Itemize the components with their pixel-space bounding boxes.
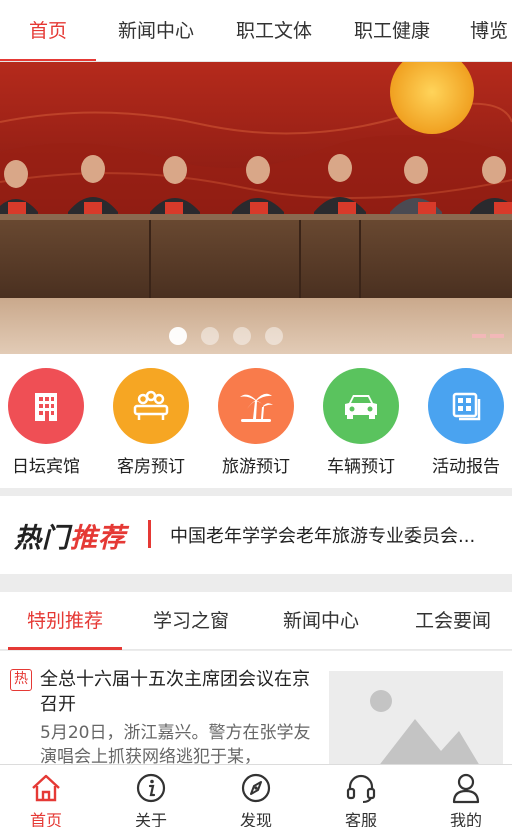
nav-about[interactable]: 关于	[111, 771, 191, 827]
hot-logo-part-a: 热门	[14, 523, 70, 554]
palm-tree-icon	[218, 368, 294, 444]
tab-news-center-section[interactable]: 新闻中心	[266, 592, 376, 650]
hot-badge: 热	[10, 669, 32, 691]
nav-home[interactable]: 首页	[6, 771, 86, 827]
quick-item-label: 旅游预订	[222, 457, 290, 477]
tab-staff-health-label: 职工健康	[353, 20, 430, 42]
home-icon	[6, 771, 86, 805]
nav-label: 首页	[29, 811, 62, 827]
user-icon	[426, 771, 506, 805]
carousel-dot[interactable]	[233, 327, 251, 345]
hot-recommend-logo: 热门推荐	[14, 516, 126, 555]
carousel-dot-active[interactable]	[169, 327, 187, 345]
tab-special-recommend-label: 特别推荐	[26, 610, 103, 632]
top-tab-bar: 首页 新闻中心 职工文体 职工健康 博览	[0, 0, 512, 62]
banner-carousel[interactable]	[0, 62, 512, 354]
banner-image	[0, 62, 512, 354]
building-icon	[8, 368, 84, 444]
bottom-nav: 首页 关于 发现 客服 我的	[0, 764, 512, 827]
quick-item-ritan-hotel[interactable]: 日坛宾馆	[0, 368, 92, 477]
tab-news-center-label: 新闻中心	[117, 20, 194, 42]
article-list-item[interactable]: 热 全总十六届十五次主席团会议在京召开 5月20日，浙江嘉兴。警方在张学友演唱会…	[0, 651, 512, 764]
nav-label: 我的	[449, 811, 482, 827]
nav-label: 发现	[239, 811, 272, 827]
tab-union-news-label: 工会要闻	[414, 610, 491, 632]
tab-staff-culture-label: 职工文体	[235, 20, 312, 42]
article-summary: 5月20日，浙江嘉兴。警方在张学友演唱会上抓获网络逃犯于某，	[40, 723, 311, 764]
nav-label: 关于	[134, 811, 167, 827]
carousel-dot[interactable]	[265, 327, 283, 345]
hot-headline[interactable]: 中国老年学学会老年旅游专业委员会...	[170, 522, 508, 548]
headset-icon	[321, 771, 401, 805]
nav-mine[interactable]: 我的	[426, 771, 506, 827]
carousel-indicator	[0, 327, 512, 345]
hot-logo-part-b: 推荐	[70, 523, 126, 554]
tab-study-window-label: 学习之窗	[152, 610, 229, 632]
article-title[interactable]: 全总十六届十五次主席团会议在京召开	[40, 667, 320, 717]
quick-item-label: 活动报告	[432, 457, 500, 477]
quick-item-label: 日坛宾馆	[12, 457, 80, 477]
slide-mini-indicator	[472, 334, 504, 338]
nav-customer-service[interactable]: 客服	[321, 771, 401, 827]
tab-staff-culture[interactable]: 职工文体	[222, 0, 326, 61]
compass-icon	[216, 771, 296, 805]
nav-discover[interactable]: 发现	[216, 771, 296, 827]
tab-study-window[interactable]: 学习之窗	[136, 592, 246, 650]
tab-expo-label: 博览	[470, 20, 509, 42]
tab-news-center-section-label: 新闻中心	[282, 610, 359, 632]
car-icon	[323, 368, 399, 444]
quick-item-vehicle-booking[interactable]: 车辆预订	[315, 368, 407, 477]
image-placeholder-icon	[329, 671, 503, 764]
tab-union-news[interactable]: 工会要闻	[398, 592, 508, 650]
tab-staff-health[interactable]: 职工健康	[340, 0, 444, 61]
quick-item-activity-report[interactable]: 活动报告	[420, 368, 512, 477]
quick-item-travel-booking[interactable]: 旅游预订	[210, 368, 302, 477]
report-grid-icon	[428, 368, 504, 444]
section-tab-bar: 特别推荐 学习之窗 新闻中心 工会要闻	[0, 592, 512, 650]
meeting-table-icon	[113, 368, 189, 444]
quick-item-room-booking[interactable]: 客房预订	[105, 368, 197, 477]
tab-special-recommend[interactable]: 特别推荐	[8, 592, 122, 650]
carousel-dot[interactable]	[201, 327, 219, 345]
tab-news-center[interactable]: 新闻中心	[104, 0, 208, 61]
info-icon	[111, 771, 191, 805]
hot-divider	[148, 520, 151, 548]
tab-home-label: 首页	[28, 20, 67, 42]
quick-item-label: 客房预订	[117, 457, 185, 477]
tab-home[interactable]: 首页	[0, 0, 96, 61]
nav-label: 客服	[344, 811, 377, 827]
active-tab-underline	[8, 647, 122, 650]
quick-item-label: 车辆预订	[327, 457, 395, 477]
quick-menu: 日坛宾馆 客房预订 旅游预订 车辆预订 活动报告	[0, 354, 512, 488]
tab-expo[interactable]: 博览	[458, 0, 512, 61]
hot-recommend-bar[interactable]: 热门推荐 中国老年学学会老年旅游专业委员会...	[0, 496, 512, 574]
